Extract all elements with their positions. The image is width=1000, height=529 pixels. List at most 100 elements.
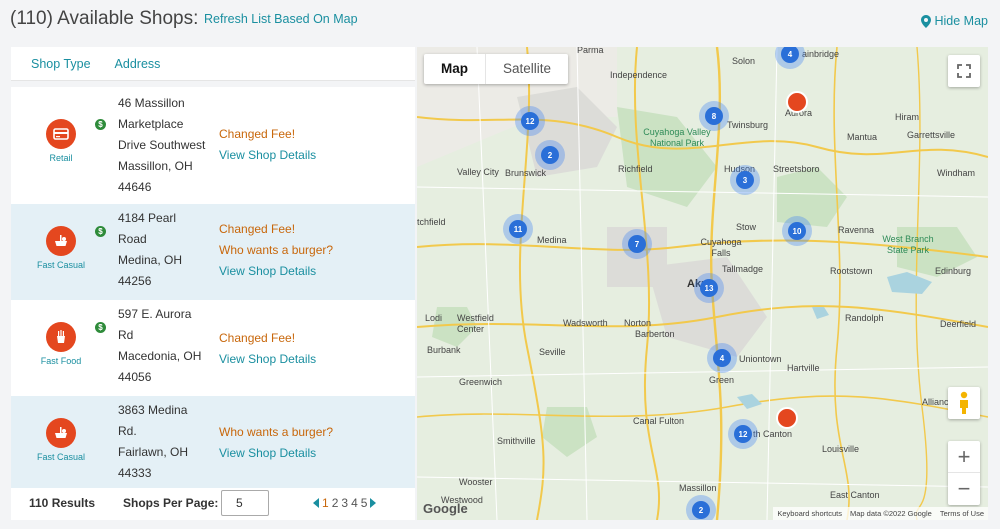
shop-note: Who wants a burger? <box>219 425 334 439</box>
per-page-label: Shops Per Page: <box>123 496 219 510</box>
place-label: Cuyahoga Valley National Park <box>643 127 711 148</box>
results-count: 110 Results <box>29 496 96 510</box>
cluster-count: 12 <box>734 425 752 443</box>
page-link-4[interactable]: 4 <box>351 496 358 510</box>
map-cluster[interactable]: 7 <box>622 229 652 259</box>
shop-type-label: Retail <box>49 153 73 163</box>
place-label: Garrettsville <box>907 130 956 140</box>
hide-map-button[interactable]: Hide Map <box>920 14 989 28</box>
map-cluster[interactable]: 8 <box>699 101 729 131</box>
map-cluster[interactable]: 12 <box>515 106 545 136</box>
tab-map[interactable]: Map <box>424 54 485 84</box>
map-cluster[interactable]: 12 <box>728 419 758 449</box>
top-bar: (110) Available Shops: Refresh List Base… <box>0 0 1000 40</box>
shop-type-badge: Fast Casual <box>31 418 91 462</box>
dollar-icon: $ <box>95 226 106 237</box>
fullscreen-button[interactable] <box>948 55 980 87</box>
per-page-input[interactable] <box>221 490 269 516</box>
view-shop-details-link[interactable]: View Shop Details <box>219 261 333 282</box>
place-label: Louisville <box>822 444 860 454</box>
page-link-2[interactable]: 2 <box>332 496 339 510</box>
cluster-count: 4 <box>713 349 731 367</box>
column-address[interactable]: Address <box>115 57 161 71</box>
terms-of-use-link[interactable]: Terms of Use <box>940 509 984 518</box>
map-pin-icon <box>920 14 931 28</box>
map-cluster[interactable]: 10 <box>782 216 812 246</box>
map-cluster[interactable]: 4 <box>707 343 737 373</box>
shop-notes: Changed Fee! View Shop Details <box>219 124 316 166</box>
place-label: Norton <box>624 318 652 328</box>
place-label: Deerfield <box>940 319 977 329</box>
cluster-count: 3 <box>736 171 754 189</box>
page-link-3[interactable]: 3 <box>341 496 348 510</box>
fast-casual-icon <box>46 418 76 448</box>
place-label: East Canton <box>830 490 880 500</box>
shop-type-badge: Fast Casual <box>31 226 91 270</box>
refresh-list-link[interactable]: Refresh List Based On Map <box>204 12 358 26</box>
view-shop-details-link[interactable]: View Shop Details <box>219 349 316 370</box>
shop-marker[interactable] <box>786 91 808 113</box>
place-label: Rootstown <box>830 266 873 276</box>
shop-marker[interactable] <box>776 407 798 429</box>
shop-type-label: Fast Casual <box>36 260 86 270</box>
page-link-1[interactable]: 1 <box>322 496 329 510</box>
shop-address: 3863 Medina Rd. Fairlawn, OH 44333 <box>118 403 189 480</box>
place-label: West Branch State Park <box>882 234 934 255</box>
place-label: tchfield <box>417 217 446 227</box>
map-cluster[interactable]: 2 <box>535 140 565 170</box>
place-label: Parma <box>577 47 604 55</box>
place-label: Solon <box>732 56 756 66</box>
previous-page-icon[interactable] <box>313 498 319 508</box>
place-label: Uniontown <box>739 354 782 364</box>
shop-address: 46 Massillon Marketplace Drive Southwest… <box>118 96 206 194</box>
pagination: 1 2 3 4 5 <box>313 496 377 510</box>
place-label: Richfield <box>618 164 653 174</box>
place-label: Edinburg <box>935 266 972 276</box>
map-cluster[interactable]: 2 <box>686 495 716 520</box>
place-label: ainbridge <box>802 49 840 59</box>
map-view[interactable]: Map Satellite Parma Solon Independence a… <box>417 47 988 520</box>
dollar-icon: $ <box>95 119 106 130</box>
column-shop-type[interactable]: Shop Type <box>31 57 91 71</box>
place-label: Twinsburg <box>727 120 769 130</box>
map-cluster[interactable]: 11 <box>503 214 533 244</box>
pegman-icon <box>960 391 968 414</box>
place-label: Hiram <box>895 112 919 122</box>
place-label: Cuyahoga Falls <box>700 237 742 258</box>
place-label: Ravenna <box>838 225 875 235</box>
cluster-count: 2 <box>692 501 710 519</box>
map-cluster[interactable]: 13 <box>694 273 724 303</box>
view-shop-details-link[interactable]: View Shop Details <box>219 443 333 464</box>
place-label: Barberton <box>635 329 675 339</box>
hide-map-label: Hide Map <box>934 14 989 28</box>
retail-icon <box>46 119 76 149</box>
shop-type-label: Fast Casual <box>36 452 86 462</box>
place-label: Greenwich <box>459 377 503 387</box>
map-cluster[interactable]: 3 <box>730 165 760 195</box>
view-shop-details-link[interactable]: View Shop Details <box>219 145 316 166</box>
place-label: Westfield Center <box>457 313 494 334</box>
google-logo: Google <box>423 501 468 516</box>
cluster-count: 11 <box>509 220 527 238</box>
keyboard-shortcuts-link[interactable]: Keyboard shortcuts <box>777 509 842 518</box>
map-attribution: Keyboard shortcuts Map data ©2022 Google… <box>773 507 988 520</box>
place-label: Burbank <box>427 345 461 355</box>
place-label: Canal Fulton <box>633 416 685 426</box>
list-item: Retail $ 46 Massillon Marketplace Drive … <box>11 87 415 204</box>
fast-food-icon <box>46 322 76 352</box>
tab-satellite[interactable]: Satellite <box>485 54 568 84</box>
zoom-in-button[interactable]: + <box>948 441 980 473</box>
street-view-button[interactable] <box>948 387 980 419</box>
place-label: Tallmadge <box>722 264 764 274</box>
page-title: (110) Available Shops: <box>10 8 199 29</box>
page-link-5[interactable]: 5 <box>361 496 368 510</box>
fast-casual-icon <box>46 226 76 256</box>
cluster-count: 10 <box>788 222 806 240</box>
list-item: Fast Food $ 597 E. Aurora Rd Macedonia, … <box>11 300 415 396</box>
place-label: Wadsworth <box>563 318 608 328</box>
list-item: Fast Casual $ 4184 Pearl Road Medina, OH… <box>11 204 415 300</box>
zoom-out-button[interactable]: − <box>948 473 980 505</box>
shop-notes: Changed Fee! View Shop Details <box>219 328 316 370</box>
zoom-control: + − <box>948 441 980 505</box>
next-page-icon[interactable] <box>370 498 377 508</box>
